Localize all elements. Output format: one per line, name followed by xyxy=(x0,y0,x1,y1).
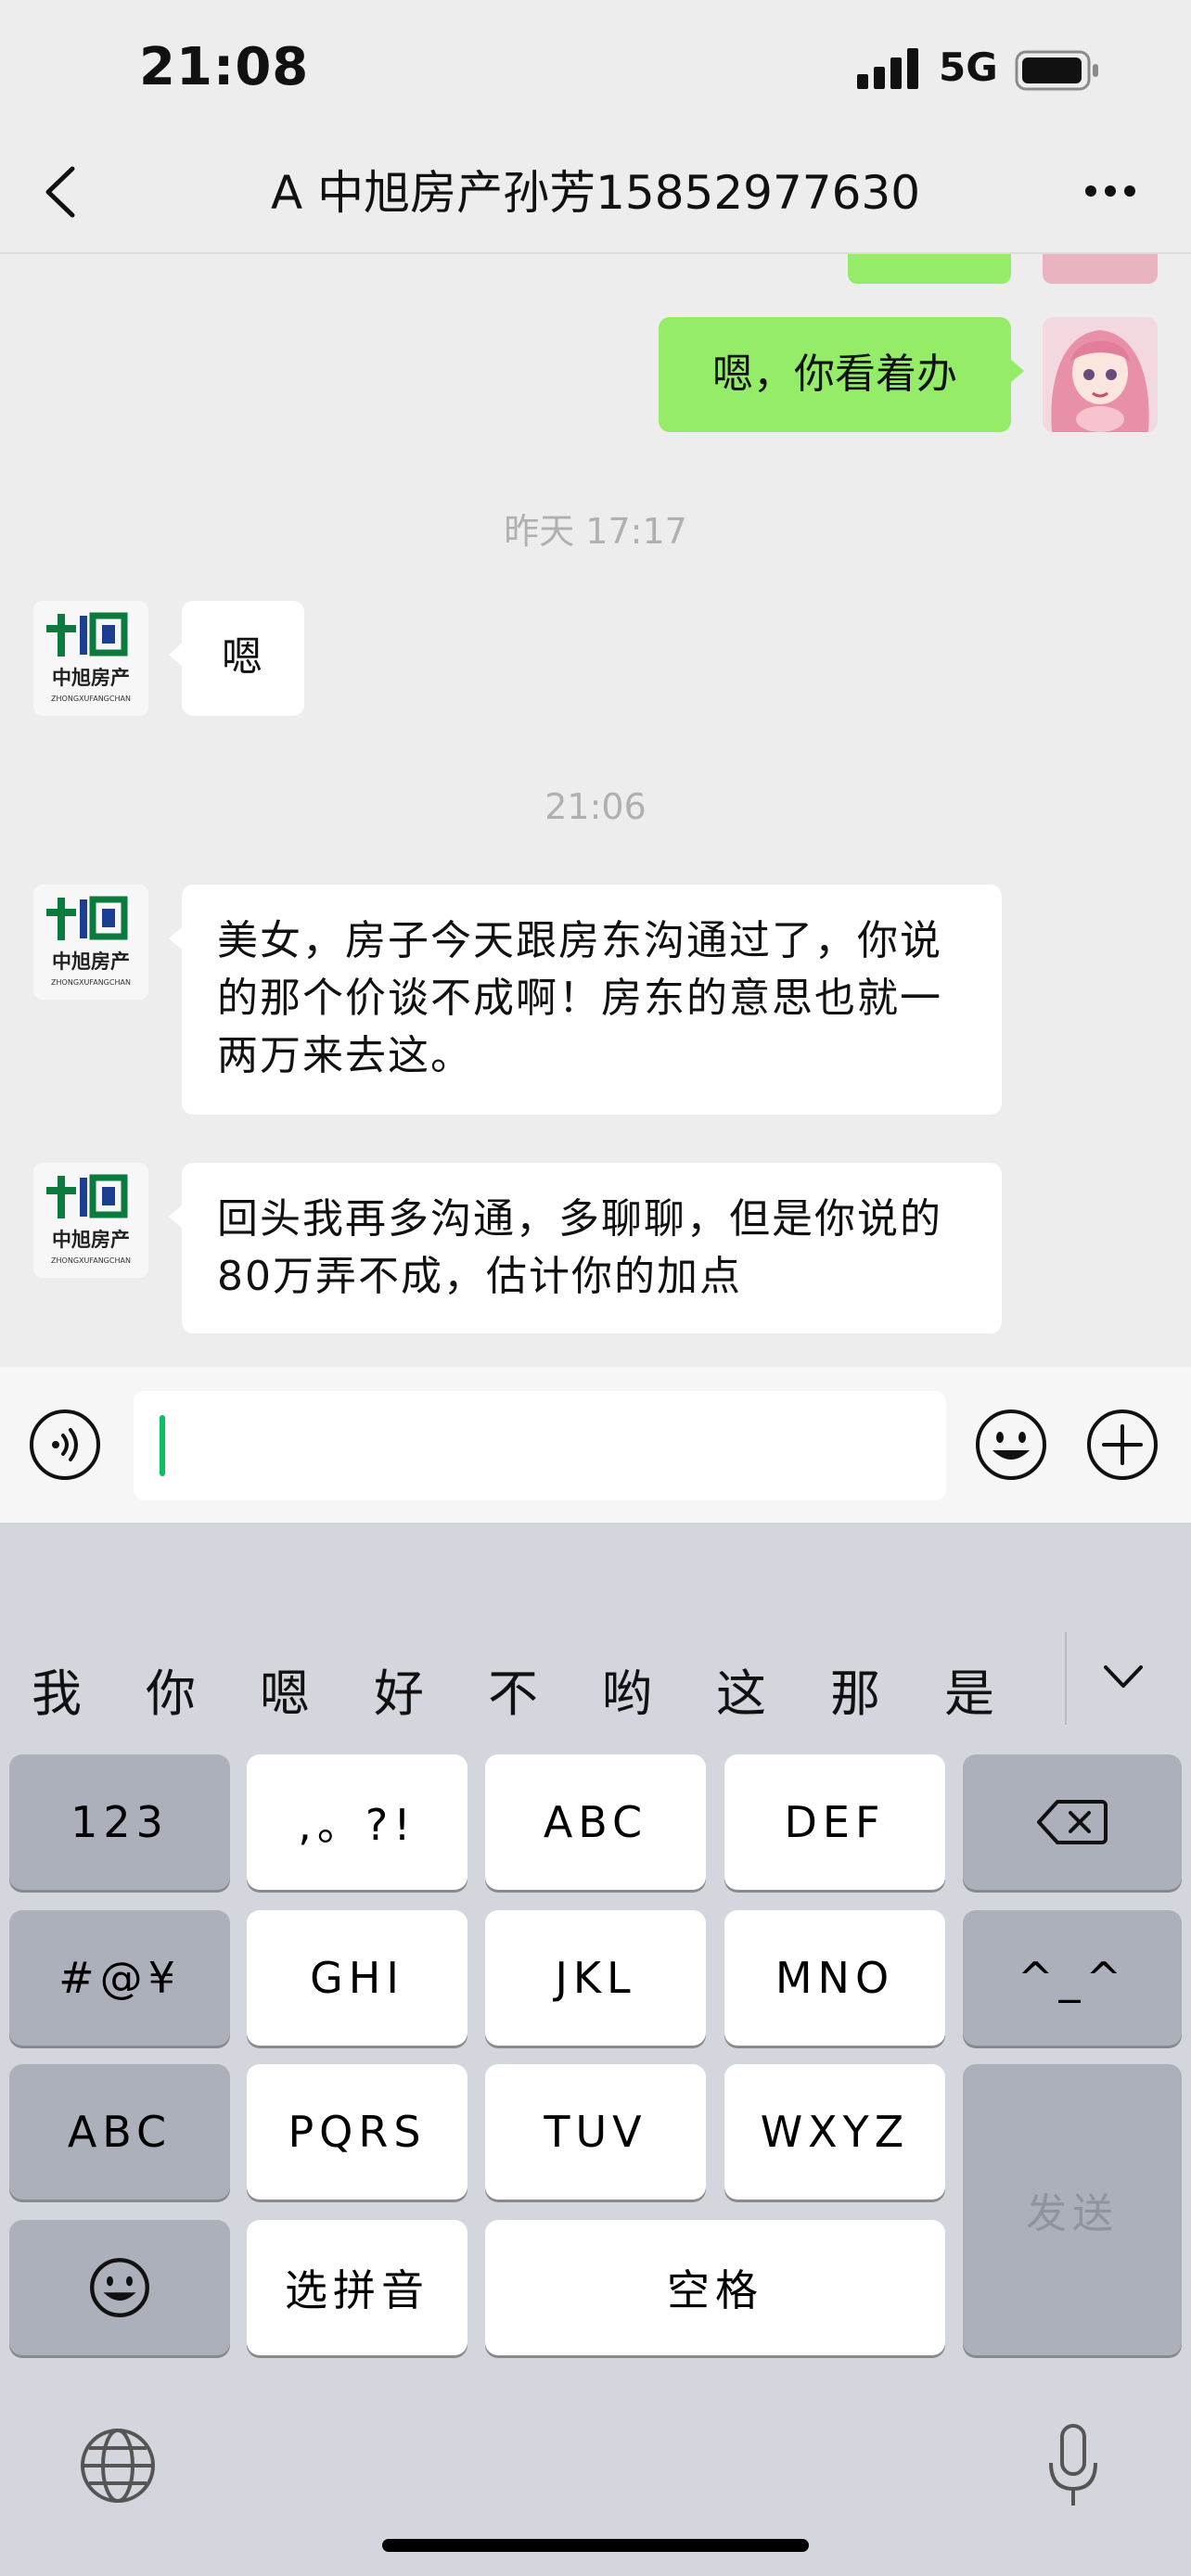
key-pinyin[interactable]: 选拼音 xyxy=(247,2220,467,2355)
chevron-left-icon[interactable] xyxy=(39,159,82,224)
agent-message-bubble[interactable]: 回头我再多沟通，多聊聊，但是你说的80万弄不成，估计你的加点 xyxy=(169,1163,1002,1333)
svg-text:中旭房产: 中旭房产 xyxy=(52,1229,130,1251)
candidate-word[interactable]: 嗯 xyxy=(243,1652,327,1726)
timestamp: 昨天 17:17 xyxy=(504,511,687,552)
zhongxu-logo: 中旭房产 ZHONGXUFANGCHAN xyxy=(33,601,148,716)
battery-icon xyxy=(1015,50,1098,91)
agent-message-bubble[interactable]: 嗯 xyxy=(169,601,304,716)
candidate-word[interactable]: 好 xyxy=(357,1652,441,1726)
globe-icon[interactable] xyxy=(78,2426,158,2506)
timestamp: 21:06 xyxy=(544,786,647,827)
smiley-icon[interactable] xyxy=(974,1408,1048,1482)
key-mno[interactable]: MNO xyxy=(724,1910,945,2046)
svg-text:中旭房产: 中旭房产 xyxy=(52,950,130,973)
emoji-key[interactable] xyxy=(9,2220,230,2355)
message-bubble-partial[interactable] xyxy=(848,254,1011,284)
home-indicator xyxy=(382,2539,809,2552)
agent-avatar[interactable]: 中旭房产 ZHONGXUFANGCHAN xyxy=(33,601,148,716)
message-text: 美女，房子今天跟房东沟通过了，你说的那个价谈不成啊！房东的意思也就一两万来去这。 xyxy=(217,917,942,1079)
send-key[interactable]: 发送 xyxy=(963,2064,1182,2355)
candidate-word[interactable]: 哟 xyxy=(585,1652,669,1726)
my-avatar-partial[interactable] xyxy=(1043,254,1158,284)
svg-text:ZHONGXUFANGCHAN: ZHONGXUFANGCHAN xyxy=(51,1256,131,1265)
key-jkl[interactable]: JKL xyxy=(485,1910,706,2046)
status-time: 21:08 xyxy=(139,37,310,97)
candidate-word[interactable]: 我 xyxy=(15,1652,98,1726)
message-text: 嗯，你看着办 xyxy=(712,351,957,398)
agent-avatar[interactable]: 中旭房产 ZHONGXUFANGCHAN xyxy=(33,1163,148,1278)
svg-text:ZHONGXUFANGCHAN: ZHONGXUFANGCHAN xyxy=(51,695,131,703)
chat-area[interactable]: 嗯，你看着办 昨天 17:17 中旭房产 ZHONGXUFANGCHAN 嗯 2… xyxy=(0,254,1191,1367)
agent-message-bubble[interactable]: 美女，房子今天跟房东沟通过了，你说的那个价谈不成啊！房东的意思也就一两万来去这。 xyxy=(169,885,1002,1115)
chat-title: A 中旭房产孙芳15852977630 xyxy=(270,166,921,220)
candidate-word[interactable]: 这 xyxy=(699,1652,783,1726)
key-ghi[interactable]: GHI xyxy=(247,1910,467,2046)
key-wxyz[interactable]: WXYZ xyxy=(724,2064,945,2200)
key-def[interactable]: DEF xyxy=(724,1754,945,1890)
svg-text:ZHONGXUFANGCHAN: ZHONGXUFANGCHAN xyxy=(51,978,131,987)
voice-icon[interactable] xyxy=(28,1408,102,1482)
key-pqrs[interactable]: PQRS xyxy=(247,2064,467,2200)
candidate-word[interactable]: 那 xyxy=(813,1652,897,1726)
key-kaomoji[interactable]: ^_^ xyxy=(963,1910,1182,2046)
candidate-word[interactable]: 是 xyxy=(928,1652,1011,1726)
my-message-bubble[interactable]: 嗯，你看着办 xyxy=(659,317,1024,432)
chevron-down-icon[interactable] xyxy=(1100,1658,1146,1695)
backspace-key[interactable] xyxy=(963,1754,1182,1890)
key-symbols[interactable]: #@¥ xyxy=(9,1910,230,2046)
candidate-word[interactable]: 你 xyxy=(129,1652,212,1726)
key-abc-switch[interactable]: ABC xyxy=(9,2064,230,2200)
plus-circle-icon[interactable] xyxy=(1085,1408,1159,1482)
message-input[interactable] xyxy=(134,1391,946,1500)
backspace-icon xyxy=(1037,1800,1108,1844)
my-avatar[interactable] xyxy=(1043,317,1158,432)
candidate-word[interactable]: 不 xyxy=(471,1652,555,1726)
text-caret xyxy=(160,1415,165,1476)
space-key[interactable]: 空格 xyxy=(485,2220,945,2355)
avatar-illustration xyxy=(1043,317,1158,432)
key-abc[interactable]: ABC xyxy=(485,1754,706,1890)
zhongxu-logo: 中旭房产 ZHONGXUFANGCHAN xyxy=(33,885,148,1000)
signal-icon xyxy=(857,48,918,89)
zhongxu-logo: 中旭房产 ZHONGXUFANGCHAN xyxy=(33,1163,148,1278)
network-type: 5G xyxy=(939,45,998,90)
message-text: 回头我再多沟通，多聊聊，但是你说的80万弄不成，估计你的加点 xyxy=(217,1195,942,1300)
more-dots-icon[interactable] xyxy=(1083,184,1137,198)
agent-avatar[interactable]: 中旭房产 ZHONGXUFANGCHAN xyxy=(33,885,148,1000)
key-punctuation[interactable]: ,。?! xyxy=(247,1754,467,1890)
message-text: 嗯 xyxy=(222,633,264,681)
svg-text:中旭房产: 中旭房产 xyxy=(52,667,130,689)
microphone-icon[interactable] xyxy=(1046,2422,1100,2511)
smiley-icon xyxy=(90,2258,149,2317)
key-123[interactable]: 123 xyxy=(9,1754,230,1890)
key-tuv[interactable]: TUV xyxy=(485,2064,706,2200)
candidate-separator xyxy=(1065,1632,1067,1725)
